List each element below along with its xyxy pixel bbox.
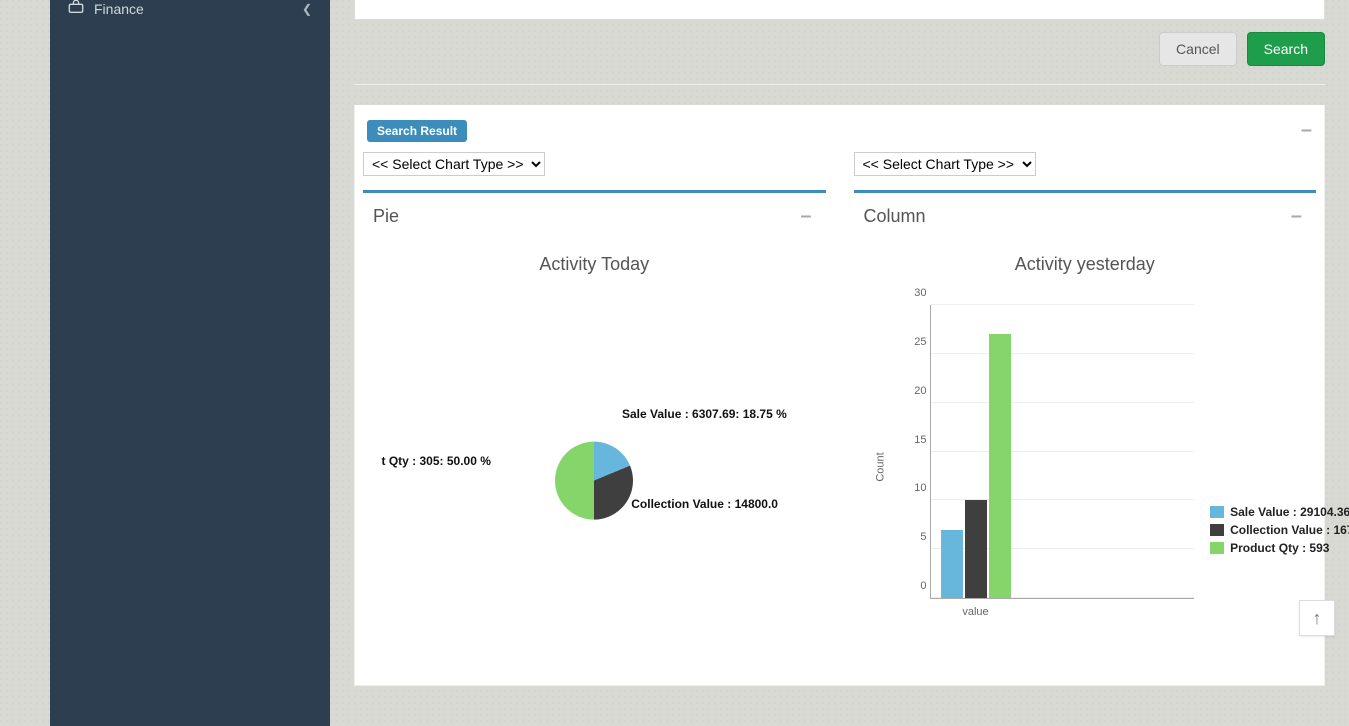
filter-box — [354, 0, 1325, 20]
divider — [354, 84, 1325, 85]
column-legend: Sale Value : 29104.36 Collection Value :… — [1210, 505, 1349, 559]
plot-area: 0 5 10 15 20 25 30 — [930, 305, 1194, 599]
sidebar-item-finance[interactable]: Finance ❮ — [50, 0, 330, 27]
bar-sale — [941, 530, 963, 598]
panel-title-badge: Search Result — [367, 120, 467, 142]
swatch-green-icon — [1210, 542, 1224, 554]
pie-chart-title: Activity Today — [363, 236, 826, 285]
pie-chart-body: Sale Value : 6307.69: 18.75 % Collection… — [363, 285, 826, 645]
x-category-label: value — [962, 606, 988, 618]
finance-icon — [68, 0, 84, 17]
column-card: Column – Activity yesterday Count 0 5 — [854, 190, 1317, 645]
pie-card: Pie – Activity Today Sale Value : 6307.6… — [363, 190, 826, 645]
bar-collection — [965, 500, 987, 598]
search-result-panel: Search Result – << Select Chart Type >> … — [354, 105, 1325, 686]
pie-card-collapse-icon[interactable]: – — [796, 205, 815, 228]
right-chart-column: << Select Chart Type >> Column – Activit… — [854, 152, 1317, 645]
swatch-blue-icon — [1210, 506, 1224, 518]
column-chart: Count 0 5 10 15 20 25 30 — [894, 305, 1194, 625]
sidebar: Finance ❮ — [50, 0, 330, 726]
chart-type-select-right[interactable]: << Select Chart Type >> — [854, 152, 1036, 176]
chart-type-select-left[interactable]: << Select Chart Type >> — [363, 152, 545, 176]
column-chart-body: Count 0 5 10 15 20 25 30 — [854, 285, 1317, 645]
pie-chart — [555, 442, 633, 520]
card-title-pie: Pie — [373, 206, 399, 227]
sidebar-item-label: Finance — [94, 1, 144, 17]
filter-actions: Cancel Search — [354, 20, 1325, 78]
bars: value — [931, 305, 1194, 598]
pie-label-productqty: t Qty : 305: 50.00 % — [382, 454, 491, 468]
swatch-dark-icon — [1210, 524, 1224, 536]
column-chart-title: Activity yesterday — [854, 236, 1317, 285]
pie-label-collection: Collection Value : 14800.0 — [631, 497, 778, 511]
card-title-column: Column — [864, 206, 926, 227]
bar-productqty — [989, 334, 1011, 598]
left-chart-column: << Select Chart Type >> Pie – Activity T… — [363, 152, 826, 645]
chevron-left-icon: ❮ — [302, 2, 312, 16]
panel-collapse-icon[interactable]: – — [1297, 119, 1316, 142]
column-card-collapse-icon[interactable]: – — [1287, 205, 1306, 228]
search-button[interactable]: Search — [1247, 32, 1325, 66]
main-content: Cancel Search Search Result – << Select … — [330, 0, 1349, 726]
cancel-button[interactable]: Cancel — [1159, 32, 1237, 66]
y-axis-label: Count — [874, 452, 886, 481]
pie-label-sale: Sale Value : 6307.69: 18.75 % — [622, 407, 787, 421]
scroll-top-button[interactable]: ↑ — [1299, 600, 1335, 636]
